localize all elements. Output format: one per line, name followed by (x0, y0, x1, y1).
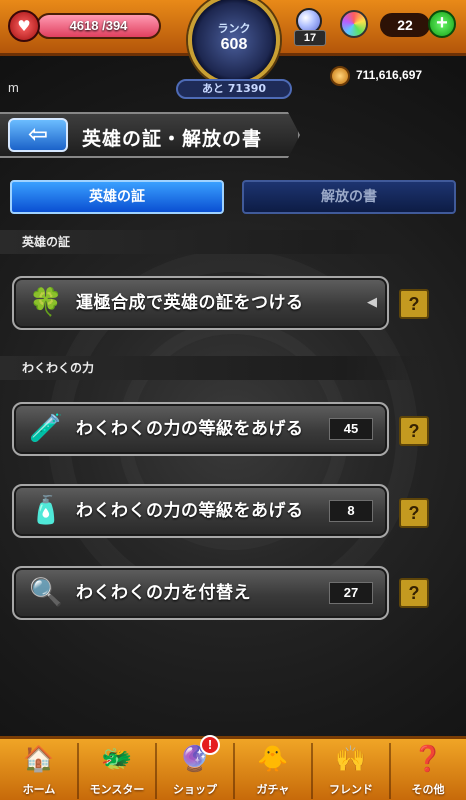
nav-gacha[interactable]: 🐥 ガチャ (234, 739, 312, 800)
el-potion-icon: 🧴 (29, 495, 63, 526)
stamina-bar: 4618 /394 (36, 13, 161, 39)
action-label: わくわくの力の等級をあげる (76, 419, 304, 439)
nav-other[interactable]: ❓ その他 (390, 739, 466, 800)
arrow-left-icon: ◀ (367, 295, 377, 310)
nav-friend[interactable]: 🙌 フレンド (312, 739, 390, 800)
item-count: 45 (329, 418, 373, 440)
help-button-upgrade-2[interactable]: ? (399, 498, 429, 528)
add-gem-button[interactable]: + (428, 10, 456, 38)
bottom-navigation: 🏠 ホーム 🐲 モンスター 🔮 ショップ ! 🐥 ガチャ 🙌 フレンド ❓ その… (0, 735, 466, 800)
replace-waku-power-button[interactable]: 🔍 わくわくの力を付替え 27 (12, 566, 389, 620)
action-label: 運極合成で英雄の証をつける (76, 293, 304, 313)
nav-shop[interactable]: 🔮 ショップ ! (156, 735, 234, 800)
home-icon: 🏠 (23, 744, 55, 773)
coin-icon (330, 66, 350, 86)
stamina-heart-icon: ♥ (8, 10, 40, 42)
gem-count: 22 (380, 13, 430, 37)
section-header-hero-proof: 英雄の証 (0, 230, 430, 254)
rank-value: 608 (220, 36, 248, 53)
other-icon: ❓ (412, 744, 444, 773)
item-count: 27 (329, 582, 373, 604)
tab-release-book[interactable]: 解放の書 (242, 180, 456, 214)
rank-next-exp: あと 71390 (176, 79, 292, 99)
nav-monster[interactable]: 🐲 モンスター (78, 739, 156, 800)
upgrade-waku-grade-button-2[interactable]: 🧴 わくわくの力の等級をあげる 8 (12, 484, 389, 538)
help-button-replace[interactable]: ? (399, 578, 429, 608)
friend-icon: 🙌 (335, 744, 367, 773)
orb-count: 17 (294, 30, 326, 46)
attach-hero-proof-button[interactable]: 🍀 運極合成で英雄の証をつける ◀ (12, 276, 389, 330)
tab-hero-proof[interactable]: 英雄の証 (10, 180, 224, 214)
nav-label: その他 (411, 783, 445, 796)
help-button-hero-proof[interactable]: ? (399, 289, 429, 319)
section-header-waku-power: わくわくの力 (0, 356, 430, 380)
page-title: 英雄の証・解放の書 (82, 128, 263, 150)
stamina-max: /394 (102, 18, 128, 33)
nav-label: モンスター (89, 783, 145, 796)
nav-label: ショップ (173, 783, 217, 796)
nav-label: ホーム (22, 783, 56, 796)
upgrade-waku-grade-button-1[interactable]: 🧪 わくわくの力の等級をあげる 45 (12, 402, 389, 456)
rank-label: ランク (217, 22, 251, 35)
action-label: わくわくの力を付替え (76, 583, 251, 603)
item-count: 8 (329, 500, 373, 522)
magnifier-icon: 🔍 (29, 577, 63, 608)
gem-icon (340, 10, 368, 38)
coin-count: 711,616,697 (356, 68, 423, 82)
nav-label: ガチャ (256, 783, 290, 796)
action-label: わくわくの力の等級をあげる (76, 501, 304, 521)
stamina-current: 4618 (69, 18, 99, 33)
nav-home[interactable]: 🏠 ホーム (0, 739, 78, 800)
nav-label: フレンド (329, 783, 373, 796)
gacha-icon: 🐥 (257, 744, 289, 773)
clover-icon: 🍀 (29, 287, 63, 318)
back-button[interactable]: ⇦ (8, 118, 68, 152)
user-label: m (8, 80, 19, 95)
stamina-text: 4618 /394 (38, 15, 159, 37)
monster-icon: 🐲 (101, 744, 133, 773)
potion-icon: 🧪 (29, 413, 63, 444)
notification-badge: ! (200, 735, 220, 755)
help-button-upgrade-1[interactable]: ? (399, 416, 429, 446)
